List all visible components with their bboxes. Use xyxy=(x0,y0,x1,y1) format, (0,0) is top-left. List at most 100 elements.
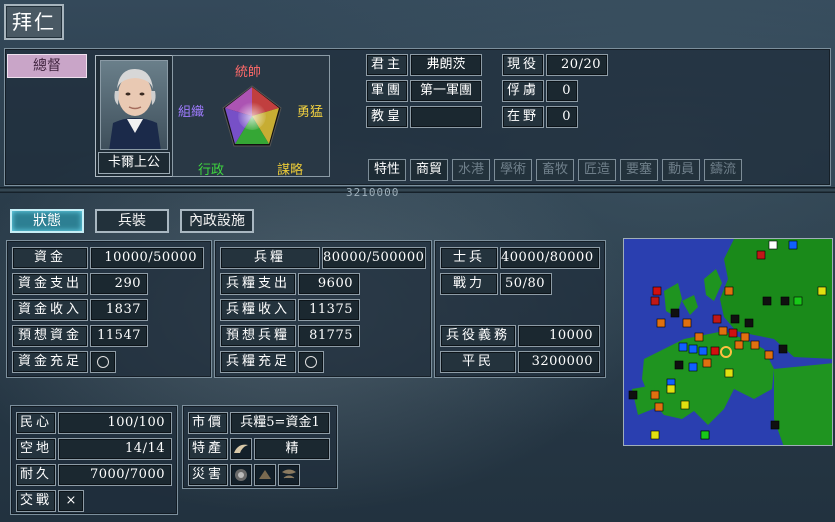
map-city-marker[interactable] xyxy=(744,318,754,328)
trait-1[interactable]: 商貿 xyxy=(410,159,448,181)
tab-status[interactable]: 狀態 xyxy=(10,209,84,233)
funds-expense-value: 290 xyxy=(90,273,148,295)
rank-badge: 總督 xyxy=(7,54,87,78)
map-city-marker[interactable] xyxy=(650,430,660,440)
trait-8[interactable]: 鑄流 xyxy=(704,159,742,181)
map-city-marker[interactable] xyxy=(700,430,710,440)
map-city-marker[interactable] xyxy=(788,240,798,250)
pope-value[interactable] xyxy=(410,106,482,128)
map-city-marker[interactable] xyxy=(698,346,708,356)
portrait-frame[interactable]: 卡爾上公 xyxy=(95,55,173,177)
province-title: 拜仁 xyxy=(4,4,64,40)
map-city-marker[interactable] xyxy=(652,286,662,296)
map-city-marker[interactable] xyxy=(694,332,704,342)
map-city-marker[interactable] xyxy=(656,318,666,328)
specialty-label: 特產 xyxy=(188,438,228,460)
monarch-label: 君主 xyxy=(366,54,408,76)
locust-icon xyxy=(256,467,274,483)
map-city-marker[interactable] xyxy=(718,326,728,336)
market-price-value: 兵糧5=資金1 xyxy=(230,412,330,434)
map-city-marker[interactable] xyxy=(750,340,760,350)
active-label: 現役 xyxy=(502,54,544,76)
monarch-value[interactable]: 弗朗茨 xyxy=(410,54,482,76)
tab-equipment[interactable]: 兵裝 xyxy=(95,209,169,233)
food-value: 80000/500000 xyxy=(322,247,426,269)
map-city-marker[interactable] xyxy=(724,286,734,296)
army-label: 軍團 xyxy=(366,80,408,102)
map-city-marker[interactable] xyxy=(710,346,720,356)
map-city-marker[interactable] xyxy=(712,314,722,324)
map-city-marker[interactable] xyxy=(724,368,734,378)
disaster-label: 災害 xyxy=(188,464,228,486)
funds-forecast-value: 11547 xyxy=(90,325,148,347)
trait-6[interactable]: 要塞 xyxy=(620,159,658,181)
map-city-marker[interactable] xyxy=(762,296,772,306)
storm-icon xyxy=(280,467,298,483)
market-price-label: 市價 xyxy=(188,412,228,434)
trait-0[interactable]: 特性 xyxy=(368,159,406,181)
map-city-marker[interactable] xyxy=(770,420,780,430)
map-city-marker[interactable] xyxy=(778,344,788,354)
map-city-marker[interactable] xyxy=(740,332,750,342)
food-expense-label: 兵糧支出 xyxy=(220,273,296,295)
civilians-label: 平民 xyxy=(440,351,516,373)
map-city-marker[interactable] xyxy=(628,390,638,400)
captive-label: 俘虜 xyxy=(502,80,544,102)
food-forecast-label: 預想兵糧 xyxy=(220,325,296,347)
map-city-marker[interactable] xyxy=(666,384,676,394)
durability-value: 7000/7000 xyxy=(58,464,172,486)
map-city-marker[interactable] xyxy=(674,360,684,370)
circle-icon xyxy=(305,356,317,368)
map-city-marker[interactable] xyxy=(678,342,688,352)
funds-income-value: 1837 xyxy=(90,299,148,321)
trait-3[interactable]: 學術 xyxy=(494,159,532,181)
map-city-marker[interactable] xyxy=(730,314,740,324)
map-city-marker[interactable] xyxy=(728,328,738,338)
soldiers-label: 士兵 xyxy=(440,247,498,269)
map-city-marker[interactable] xyxy=(688,362,698,372)
map-city-marker[interactable] xyxy=(756,250,766,260)
map-city-marker[interactable] xyxy=(688,344,698,354)
map-city-marker[interactable] xyxy=(682,318,692,328)
army-value[interactable]: 第一軍團 xyxy=(410,80,482,102)
plague-icon xyxy=(232,467,250,483)
map-city-marker[interactable] xyxy=(650,390,660,400)
pope-label: 教皇 xyxy=(366,106,408,128)
war-label: 交戰 xyxy=(16,490,56,512)
funds-value: 10000/50000 xyxy=(90,247,204,269)
stat-strategy-label: 謀略 xyxy=(277,163,304,178)
map-city-marker[interactable] xyxy=(793,296,803,306)
horn-icon xyxy=(232,441,250,457)
trait-2[interactable]: 水港 xyxy=(452,159,490,181)
section-divider xyxy=(0,187,835,193)
food-label: 兵糧 xyxy=(220,247,320,269)
food-sufficient-indicator xyxy=(298,351,324,373)
trait-4[interactable]: 畜牧 xyxy=(536,159,574,181)
map-city-marker[interactable] xyxy=(670,308,680,318)
map-city-marker[interactable] xyxy=(680,400,690,410)
wild-value: 0 xyxy=(546,106,578,128)
funds-sufficient-label: 資金充足 xyxy=(12,351,88,373)
captive-value: 0 xyxy=(546,80,578,102)
trait-5[interactable]: 匠造 xyxy=(578,159,616,181)
stat-organization-label: 組織 xyxy=(178,105,205,120)
map-city-marker[interactable] xyxy=(817,286,827,296)
map-city-marker[interactable] xyxy=(734,340,744,350)
funds-label: 資金 xyxy=(12,247,88,269)
trait-7[interactable]: 動員 xyxy=(662,159,700,181)
civilians-value: 3200000 xyxy=(518,351,600,373)
avatar xyxy=(100,60,168,150)
wild-label: 在野 xyxy=(502,106,544,128)
tab-facilities[interactable]: 內政設施 xyxy=(180,209,254,233)
governor-name: 卡爾上公 xyxy=(98,152,170,174)
map-city-marker[interactable] xyxy=(654,402,664,412)
map-city-marker[interactable] xyxy=(780,296,790,306)
map-city-marker[interactable] xyxy=(768,240,778,250)
power-value: 50/80 xyxy=(500,273,552,295)
food-forecast-value: 81775 xyxy=(298,325,360,347)
disaster-locust-cell xyxy=(254,464,276,486)
europe-minimap[interactable] xyxy=(623,238,833,446)
map-city-marker[interactable] xyxy=(702,358,712,368)
map-city-marker[interactable] xyxy=(650,296,660,306)
map-city-marker[interactable] xyxy=(764,350,774,360)
